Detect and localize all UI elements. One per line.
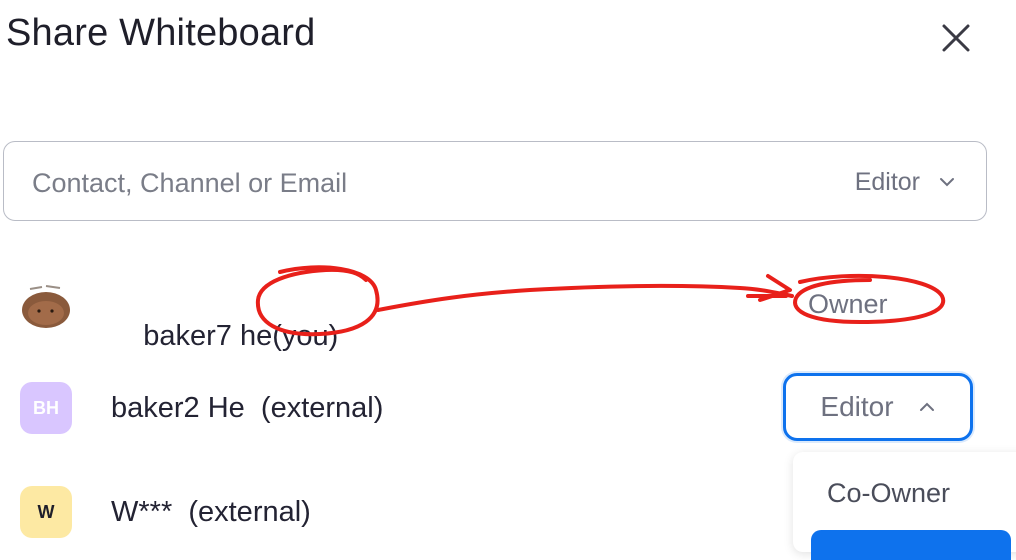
avatar-initials: BH (33, 397, 59, 418)
avatar-initials: W (37, 501, 55, 522)
role-dropdown-menu: Co-Owner (793, 452, 1016, 560)
member-name-text: baker7 he (143, 320, 273, 352)
member-name: W*** (external) (111, 496, 311, 528)
member-role-label: Editor (820, 391, 894, 422)
member-name: baker2 He (external) (111, 392, 384, 424)
member-row: baker7 he(you) Owner (0, 275, 1016, 352)
member-name: baker7 he(you) (111, 287, 338, 386)
dialog-title: Share Whiteboard (6, 12, 316, 54)
chevron-up-icon (919, 402, 934, 411)
member-role-dropdown[interactable]: Editor (783, 373, 973, 441)
search-role-label: Editor (854, 167, 920, 196)
avatar: W (20, 486, 72, 538)
avatar (20, 279, 72, 331)
chevron-down-icon (940, 178, 954, 187)
contact-search-field[interactable]: Editor (3, 141, 987, 221)
role-option-co-owner[interactable]: Co-Owner (827, 478, 950, 509)
member-you-suffix: (you) (272, 320, 339, 352)
search-role-dropdown[interactable]: Editor (855, 164, 956, 200)
bear-avatar-icon (22, 285, 70, 328)
member-role-owner: Owner (808, 289, 888, 319)
avatar: BH (20, 382, 72, 434)
close-button[interactable] (936, 18, 976, 58)
close-icon (942, 24, 970, 52)
role-option-selected[interactable] (811, 530, 1011, 560)
search-input[interactable] (30, 160, 774, 206)
